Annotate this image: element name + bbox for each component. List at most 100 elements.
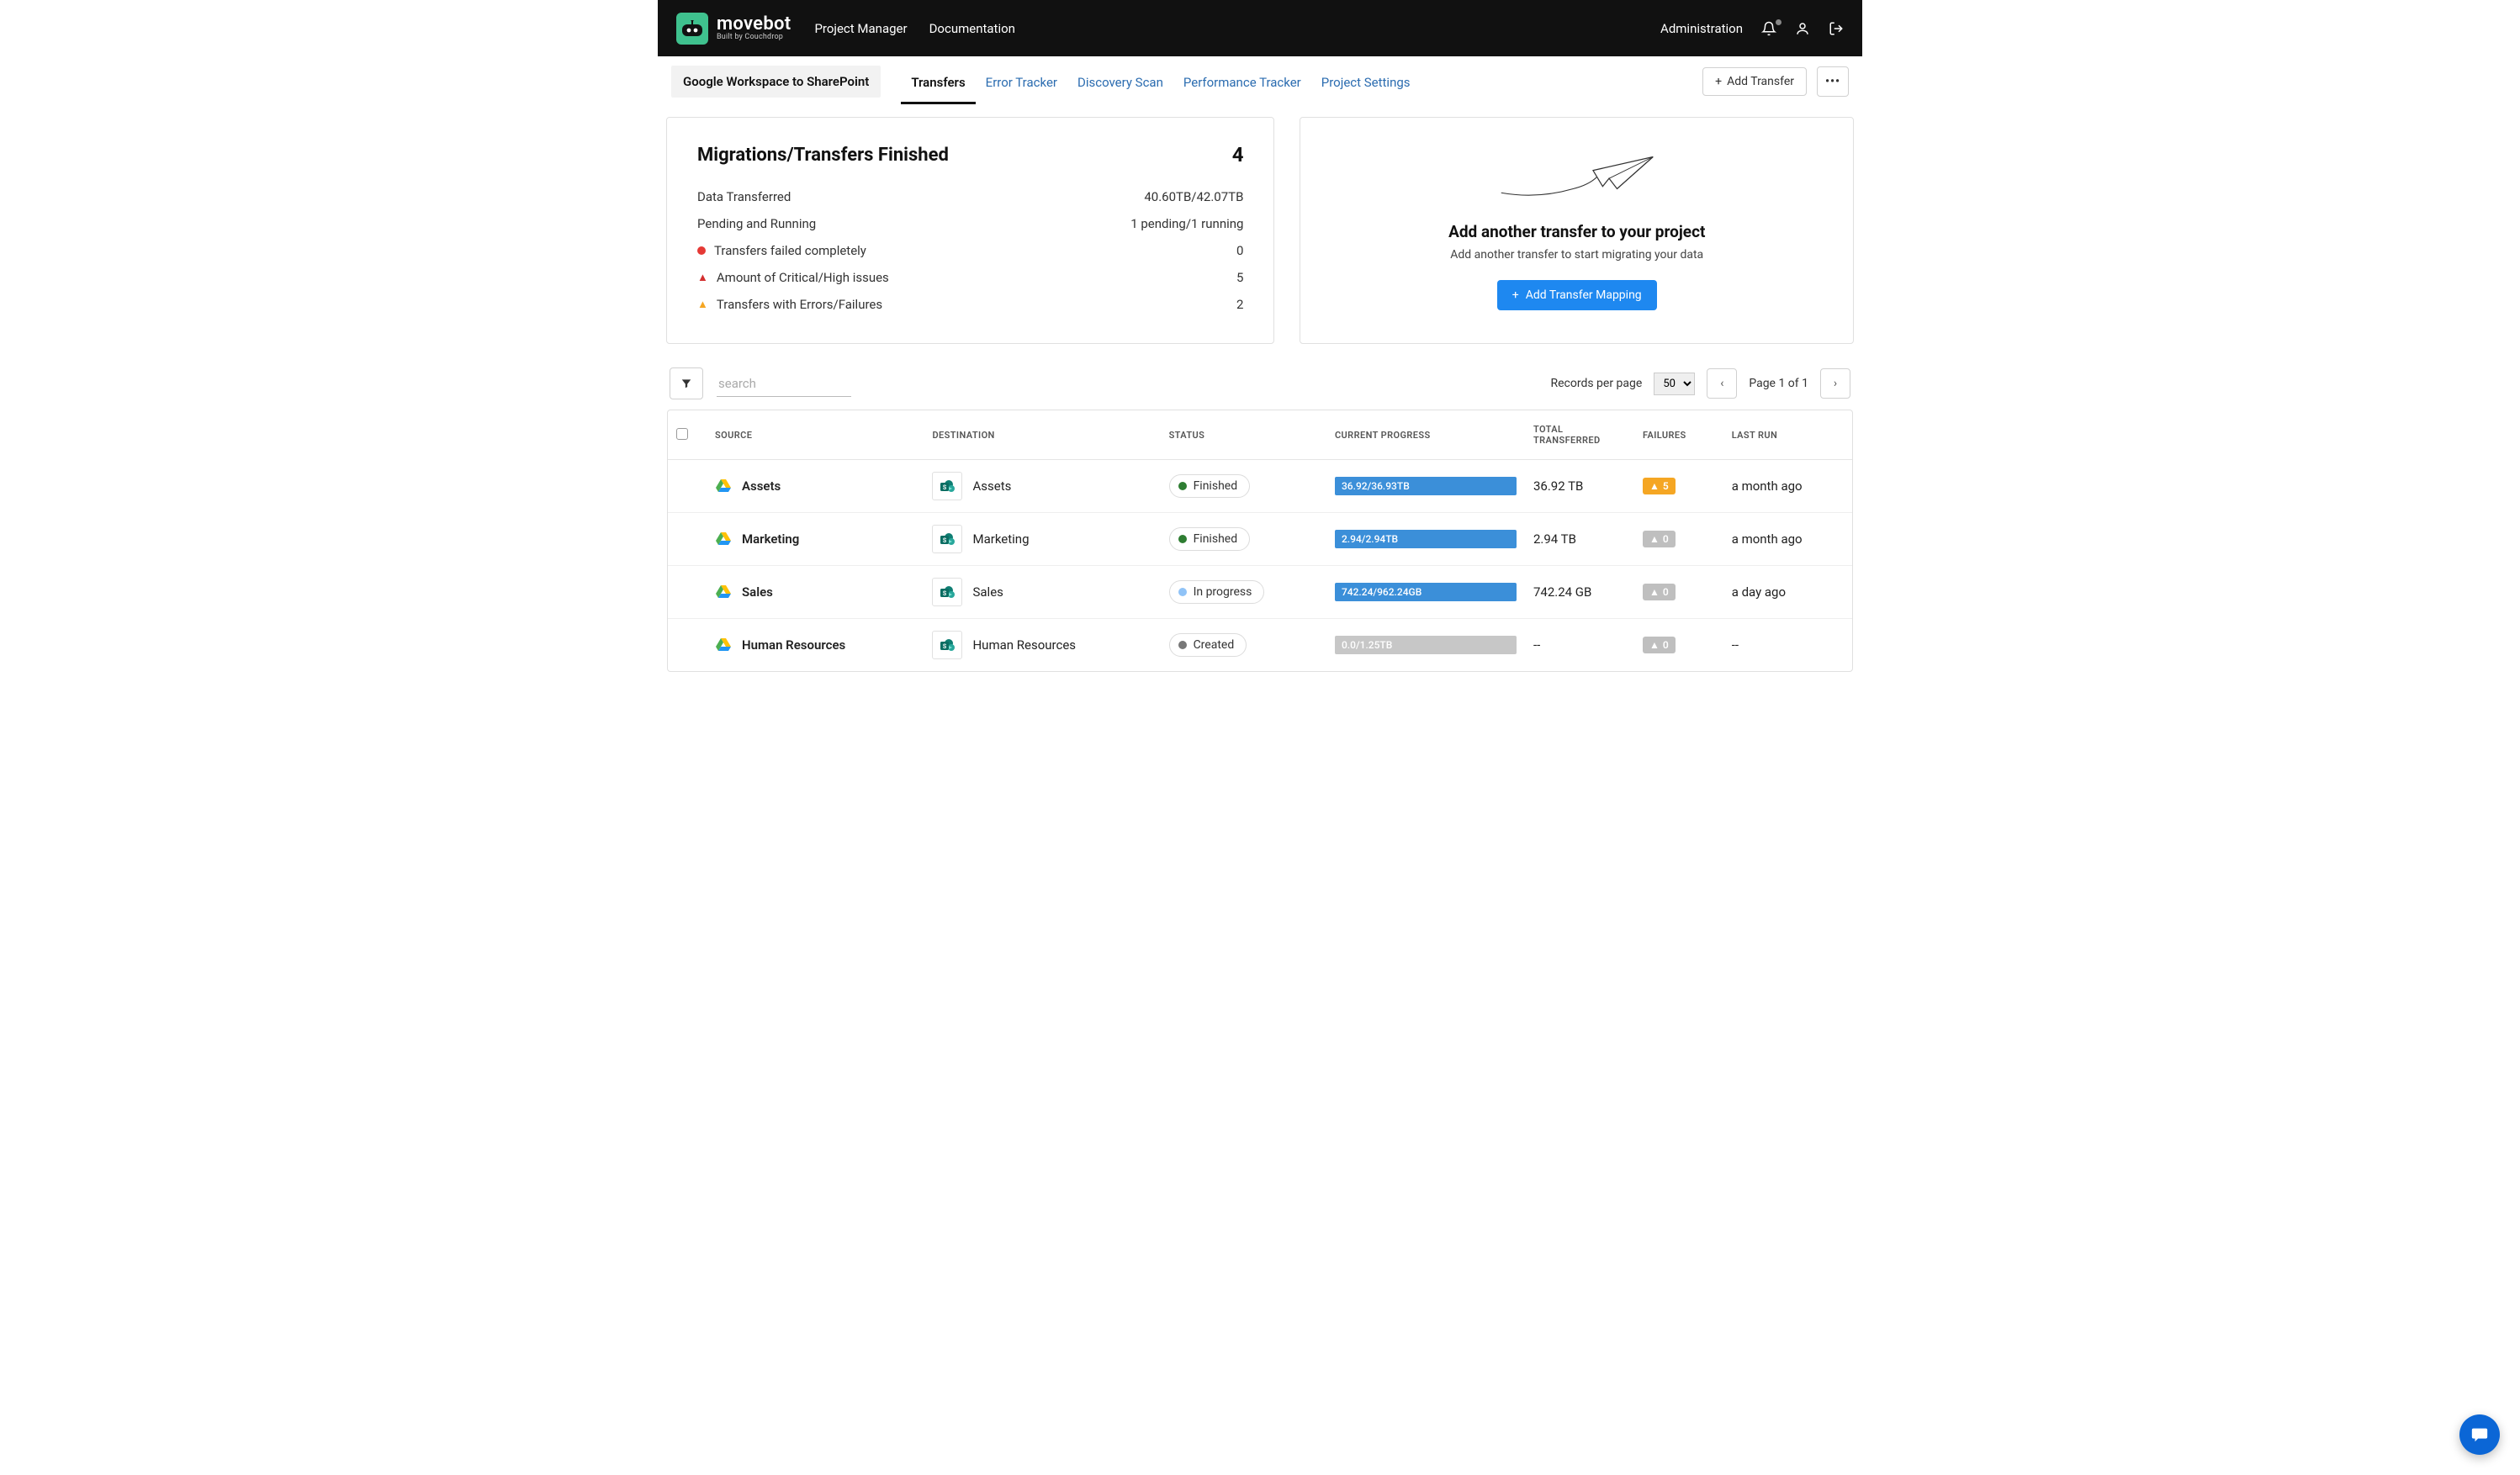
row-fail-count: 5 — [1663, 480, 1669, 492]
google-drive-icon — [715, 478, 732, 494]
row-status: Finished — [1194, 479, 1238, 493]
status-dot-icon — [1178, 588, 1187, 596]
chat-support-button[interactable] — [2459, 1414, 2500, 1455]
add-transfer-label: Add Transfer — [1727, 75, 1794, 88]
ellipsis-icon: ••• — [1825, 75, 1840, 88]
tab-performance-tracker[interactable]: Performance Tracker — [1173, 59, 1311, 104]
table-row[interactable]: Marketing Marketing Finished 2.94/2.94TB… — [668, 513, 1852, 566]
row-destination: Assets — [972, 478, 1011, 494]
stat-value: 5 — [1236, 270, 1243, 285]
row-total: 742.24 GB — [1525, 566, 1634, 619]
col-progress[interactable]: CURRENT PROGRESS — [1326, 410, 1525, 460]
stat-critical: ▲ Amount of Critical/High issues 5 — [697, 264, 1243, 291]
nav-documentation[interactable]: Documentation — [929, 21, 1015, 36]
stat-label: Data Transferred — [697, 189, 791, 204]
transfers-table: SOURCE DESTINATION STATUS CURRENT PROGRE… — [667, 410, 1853, 672]
failure-badge: ▲ 0 — [1643, 584, 1676, 600]
failure-badge: ▲ 5 — [1643, 478, 1676, 494]
col-status[interactable]: STATUS — [1161, 410, 1326, 460]
stat-data-transferred: Data Transferred 40.60TB/42.07TB — [697, 183, 1243, 210]
notification-dot-icon — [1776, 19, 1781, 25]
table-row[interactable]: Sales Sales In progress 742.24/962.24GB … — [668, 566, 1852, 619]
col-source[interactable]: SOURCE — [707, 410, 924, 460]
row-last-run: a day ago — [1723, 566, 1852, 619]
brand-logo[interactable]: movebot Built by Couchdrop — [676, 13, 791, 45]
filter-button[interactable] — [670, 367, 703, 399]
row-destination: Human Resources — [972, 637, 1076, 653]
red-dot-icon — [697, 246, 706, 255]
summary-finished-count: 4 — [1232, 143, 1244, 167]
stat-label: Transfers with Errors/Failures — [717, 297, 882, 312]
col-last-run[interactable]: LAST RUN — [1723, 410, 1852, 460]
row-last-run: a month ago — [1723, 460, 1852, 513]
brand-tagline: Built by Couchdrop — [717, 34, 791, 41]
prev-page-button[interactable]: ‹ — [1707, 368, 1737, 399]
logout-icon[interactable] — [1829, 21, 1844, 36]
funnel-icon — [680, 378, 692, 389]
project-tabs: Transfers Error Tracker Discovery Scan P… — [901, 59, 1420, 104]
progress-bar: 742.24/962.24GB — [1335, 583, 1517, 601]
more-actions-button[interactable]: ••• — [1817, 66, 1849, 97]
table-row[interactable]: Human Resources Human Resources Created … — [668, 619, 1852, 671]
row-source: Marketing — [742, 531, 799, 547]
tab-error-tracker[interactable]: Error Tracker — [976, 59, 1067, 104]
next-page-button[interactable]: › — [1820, 368, 1850, 399]
row-last-run: a month ago — [1723, 513, 1852, 566]
promo-cta-label: Add Transfer Mapping — [1526, 288, 1642, 302]
promo-subtitle: Add another transfer to start migrating … — [1450, 248, 1703, 262]
stat-value: 40.60TB/42.07TB — [1144, 189, 1243, 204]
warning-triangle-icon: ▲ — [697, 271, 708, 284]
records-per-page-select[interactable]: 50 — [1654, 373, 1695, 395]
progress-bar: 36.92/36.93TB — [1335, 477, 1517, 495]
status-pill: In progress — [1169, 580, 1265, 604]
row-progress: 0.0/1.25TB — [1342, 639, 1392, 651]
stat-label: Amount of Critical/High issues — [717, 270, 889, 285]
stat-with-errors: ▲Transfers with Errors/Failures 2 — [697, 291, 1243, 318]
row-status: Finished — [1194, 532, 1238, 546]
search-input[interactable] — [717, 371, 851, 397]
row-last-run: -- — [1723, 619, 1852, 671]
row-fail-count: 0 — [1663, 586, 1669, 598]
plus-icon: + — [1512, 288, 1519, 302]
warning-triangle-icon: ▲ — [1649, 533, 1660, 545]
chevron-left-icon: ‹ — [1720, 377, 1723, 390]
warning-triangle-icon: ▲ — [1649, 639, 1660, 651]
row-source: Assets — [742, 478, 781, 494]
stat-value: 0 — [1236, 243, 1243, 258]
project-name-chip[interactable]: Google Workspace to SharePoint — [671, 66, 881, 98]
add-transfer-button[interactable]: + Add Transfer — [1702, 67, 1807, 96]
col-destination[interactable]: DESTINATION — [924, 410, 1160, 460]
col-total[interactable]: TOTAL TRANSFERRED — [1525, 410, 1634, 460]
row-source: Human Resources — [742, 637, 845, 653]
stat-failed: Transfers failed completely 0 — [697, 237, 1243, 264]
summary-title: Migrations/Transfers Finished — [697, 145, 949, 166]
table-row[interactable]: Assets Assets Finished 36.92/36.93TB 36.… — [668, 460, 1852, 513]
tab-discovery-scan[interactable]: Discovery Scan — [1067, 59, 1173, 104]
user-icon[interactable] — [1795, 21, 1810, 36]
row-progress: 36.92/36.93TB — [1342, 480, 1410, 492]
row-source: Sales — [742, 584, 773, 600]
row-progress: 2.94/2.94TB — [1342, 533, 1398, 545]
tab-project-settings[interactable]: Project Settings — [1311, 59, 1421, 104]
row-total: 36.92 TB — [1525, 460, 1634, 513]
paper-plane-icon — [1497, 151, 1657, 210]
nav-administration[interactable]: Administration — [1660, 21, 1743, 36]
tab-transfers[interactable]: Transfers — [901, 59, 975, 104]
stat-label: Transfers failed completely — [714, 243, 866, 258]
google-drive-icon — [715, 531, 732, 547]
plus-icon: + — [1715, 75, 1722, 88]
sharepoint-icon — [939, 584, 956, 600]
nav-project-manager[interactable]: Project Manager — [814, 21, 907, 36]
col-failures[interactable]: FAILURES — [1634, 410, 1723, 460]
google-drive-icon — [715, 637, 732, 653]
row-total: 2.94 TB — [1525, 513, 1634, 566]
warning-triangle-icon: ▲ — [697, 298, 708, 311]
sharepoint-icon — [939, 531, 956, 547]
select-all-checkbox[interactable] — [676, 428, 688, 440]
google-drive-icon — [715, 584, 732, 600]
bell-icon[interactable] — [1761, 21, 1776, 36]
failure-badge: ▲ 0 — [1643, 637, 1676, 653]
progress-bar: 0.0/1.25TB — [1335, 636, 1517, 654]
status-dot-icon — [1178, 535, 1187, 543]
add-transfer-mapping-button[interactable]: + Add Transfer Mapping — [1497, 280, 1657, 310]
